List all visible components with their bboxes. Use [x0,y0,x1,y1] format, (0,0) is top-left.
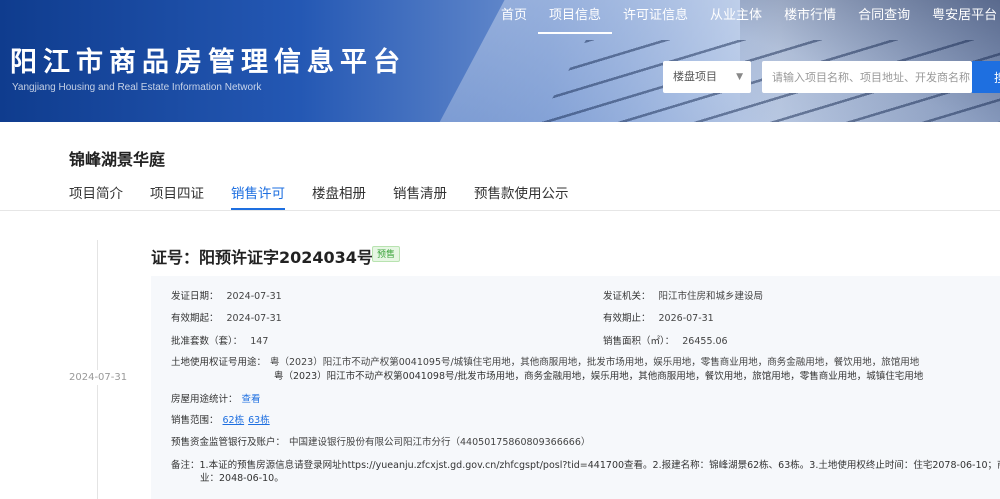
remark-value-2: 业：2048-06-10。 [200,473,284,484]
status-badge: 预售 [372,246,401,262]
land-use-row: 土地使用权证号用途： 粤（2023）阳江市不动产权第0041095号/城镇住宅用地… [171,356,919,369]
supervision-bank-row: 预售资金监管银行及账户： 中国建设银行股份有限公司阳江市分行（4405017586… [171,436,590,449]
approved-sets-row: 批准套数（套）： 147 [171,335,268,348]
view-usage-link[interactable]: 查看 [242,394,261,405]
land-use-row-2: 粤（2023）阳江市不动产权第0041098号/批发市场用地，商务金融用地，娱乐… [274,370,923,383]
search-button[interactable]: 搜 [972,61,1000,93]
nav-item-permit-info[interactable]: 许可证信息 [612,0,699,34]
site-subtitle: Yangjiang Housing and Real Estate Inform… [12,82,262,93]
issue-date-row: 发证日期： 2024-07-31 [171,290,282,303]
land-use-label: 土地使用权证号用途： [171,357,267,368]
tab-project-certificates[interactable]: 项目四证 [150,182,204,210]
site-title: 阳江市商品房管理信息平台 [10,47,406,78]
scope-link-building-62[interactable]: 62栋 [223,415,245,426]
valid-from-label: 有效期起： [171,313,219,324]
search-type-select[interactable]: 楼盘项目 ▼ [663,61,751,93]
timeline-date: 2024-07-31 [69,370,128,385]
remark-value-1: 1.本证的预售房源信息请登录网址https://yueanju.zfcxjst.… [199,460,1000,471]
supervision-bank-label: 预售资金监管银行及账户： [171,437,286,448]
house-usage-row: 房屋用途统计： 查看 [171,393,261,406]
approved-sets-label: 批准套数（套）： [171,336,243,347]
issue-date-label: 发证日期： [171,291,219,302]
house-usage-label: 房屋用途统计： [171,394,238,405]
issuer-label: 发证机关： [603,291,651,302]
sales-area-label: 销售面积（㎡）： [603,336,675,347]
supervision-bank-value: 中国建设银行股份有限公司阳江市分行（44050175860809366666） [289,437,591,448]
search-input[interactable] [762,61,972,93]
tab-photo-album[interactable]: 楼盘相册 [312,182,366,210]
remark-row-2: 业：2048-06-10。 [200,472,284,485]
nav-item-home[interactable]: 首页 [490,0,538,34]
search-type-value: 楼盘项目 [673,70,717,83]
issuer-row: 发证机关： 阳江市住房和城乡建设局 [603,290,763,303]
issue-date-value: 2024-07-31 [226,291,282,302]
tab-sales-permit[interactable]: 销售许可 [231,182,285,210]
tab-presale-fund[interactable]: 预售款使用公示 [474,182,569,210]
chevron-down-icon: ▼ [736,72,743,82]
project-tabs: 项目简介 项目四证 销售许可 楼盘相册 销售清册 预售款使用公示 [69,182,596,210]
nav-item-market[interactable]: 楼市行情 [773,0,847,34]
valid-to-label: 有效期止： [603,313,651,324]
permit-title: 证号：阳预许证字2024034号 [151,248,373,267]
land-use-value-1: 粤（2023）阳江市不动产权第0041095号/城镇住宅用地，其他商服用地，批发… [270,357,920,368]
approved-sets-value: 147 [250,336,269,347]
valid-from-row: 有效期起： 2024-07-31 [171,312,282,325]
sales-area-row: 销售面积（㎡）： 26455.06 [603,335,728,348]
remark-label: 备注： [171,460,200,471]
nav-item-contract-query[interactable]: 合同查询 [847,0,921,34]
sales-area-value: 26455.06 [682,336,728,347]
header-banner: 阳江市商品房管理信息平台 Yangjiang Housing and Real … [0,0,1000,122]
scope-link-building-63[interactable]: 63栋 [248,415,270,426]
nav-item-yueanju[interactable]: 粤安居平台 [921,0,1000,34]
land-use-value-2: 粤（2023）阳江市不动产权第0041098号/批发市场用地，商务金融用地，娱乐… [274,371,924,382]
valid-to-value: 2026-07-31 [658,313,714,324]
valid-to-row: 有效期止： 2026-07-31 [603,312,714,325]
remark-row: 备注：1.本证的预售房源信息请登录网址https://yueanju.zfcxj… [171,459,1000,472]
tabs-divider [0,210,1000,211]
sales-scope-row: 销售范围： 62栋 63栋 [171,414,270,427]
sales-scope-label: 销售范围： [171,415,219,426]
project-name: 锦峰湖景华庭 [69,150,166,169]
issuer-value: 阳江市住房和城乡建设局 [658,291,764,302]
tab-sales-list[interactable]: 销售清册 [393,182,447,210]
valid-from-value: 2024-07-31 [226,313,282,324]
top-nav: 首页 项目信息 许可证信息 从业主体 楼市行情 合同查询 粤安居平台 [490,0,1000,34]
nav-item-project-info[interactable]: 项目信息 [538,0,613,34]
nav-item-practitioners[interactable]: 从业主体 [699,0,773,34]
tab-project-intro[interactable]: 项目简介 [69,182,123,210]
